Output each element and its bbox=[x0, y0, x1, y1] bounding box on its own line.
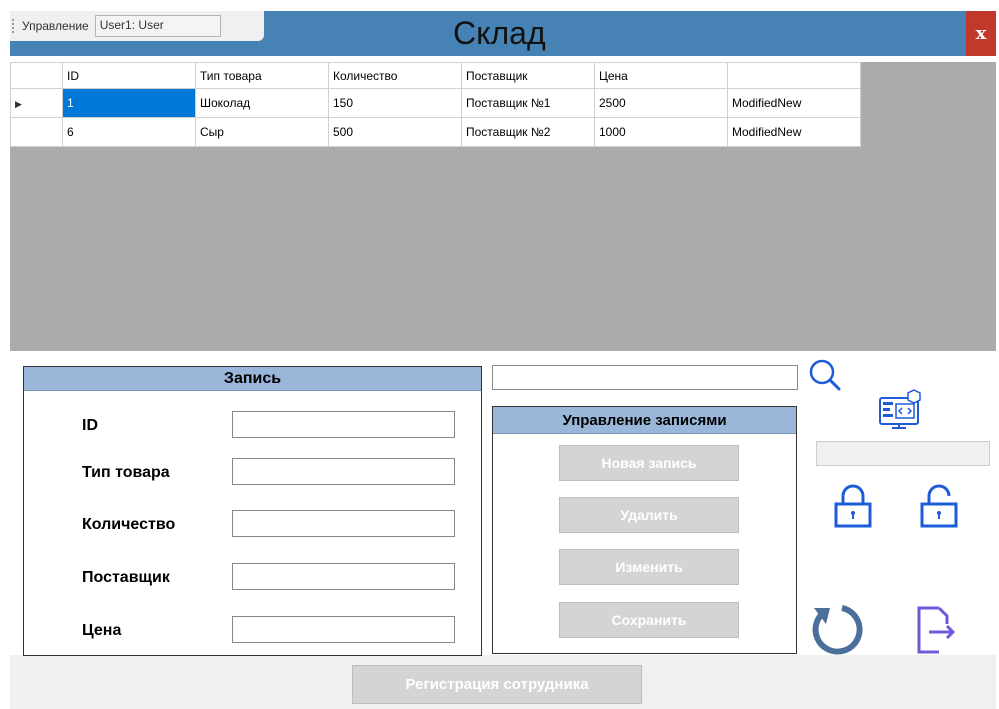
record-panel: Запись ID Тип товара Количество Поставщи… bbox=[23, 366, 482, 656]
table-cell[interactable]: 1000 bbox=[594, 117, 728, 147]
window-title: Склад bbox=[453, 15, 546, 51]
lock-closed-icon[interactable] bbox=[832, 482, 874, 530]
edit-button[interactable]: Изменить bbox=[559, 549, 739, 585]
current-row-marker: ▶ bbox=[15, 99, 22, 109]
table-cell[interactable]: ModifiedNew bbox=[727, 88, 861, 118]
grid-table: ID Тип товара Количество Поставщик Цена … bbox=[10, 62, 861, 147]
table-cell[interactable]: 2500 bbox=[594, 88, 728, 118]
type-input[interactable] bbox=[232, 458, 455, 485]
row-header[interactable]: ▶ bbox=[10, 88, 63, 118]
field-label-supplier: Поставщик bbox=[82, 569, 170, 586]
search-input[interactable] bbox=[492, 365, 798, 390]
supplier-input[interactable] bbox=[232, 563, 455, 590]
title-bar: Управление User1: User Склад x bbox=[10, 11, 996, 56]
row-header-corner bbox=[10, 62, 63, 89]
table-cell[interactable]: Сыр bbox=[195, 117, 329, 147]
column-header-quantity[interactable]: Количество bbox=[328, 62, 462, 89]
refresh-icon[interactable] bbox=[808, 600, 864, 658]
field-label-type: Тип товара bbox=[82, 464, 170, 481]
table-cell[interactable]: 150 bbox=[328, 88, 462, 118]
quantity-input[interactable] bbox=[232, 510, 455, 537]
column-header-status[interactable] bbox=[727, 62, 861, 89]
row-header[interactable] bbox=[10, 117, 63, 147]
table-cell[interactable]: 1 bbox=[62, 88, 196, 118]
column-header-supplier[interactable]: Поставщик bbox=[461, 62, 595, 89]
delete-button[interactable]: Удалить bbox=[559, 497, 739, 533]
close-button[interactable]: x bbox=[966, 11, 996, 56]
status-box bbox=[816, 441, 990, 466]
lock-open-icon[interactable] bbox=[918, 482, 960, 530]
menu-strip: Управление User1: User bbox=[10, 11, 264, 41]
table-cell[interactable]: 500 bbox=[328, 117, 462, 147]
record-management-panel: Управление записями Новая запись Удалить… bbox=[492, 406, 797, 654]
table-cell[interactable]: 6 bbox=[62, 117, 196, 147]
price-input[interactable] bbox=[232, 616, 455, 643]
register-employee-button[interactable]: Регистрация сотрудника bbox=[352, 665, 642, 704]
table-cell[interactable]: ModifiedNew bbox=[727, 117, 861, 147]
new-record-button[interactable]: Новая запись bbox=[559, 445, 739, 481]
column-header-id[interactable]: ID bbox=[62, 62, 196, 89]
field-label-quantity: Количество bbox=[82, 516, 176, 533]
save-button[interactable]: Сохранить bbox=[559, 602, 739, 638]
table-cell[interactable]: Шоколад bbox=[195, 88, 329, 118]
current-user-box: User1: User bbox=[94, 15, 221, 37]
logout-icon[interactable] bbox=[913, 604, 961, 656]
id-input[interactable] bbox=[232, 411, 455, 438]
menu-manage[interactable]: Управление bbox=[22, 19, 89, 33]
grid-header-row: ID Тип товара Количество Поставщик Цена bbox=[10, 62, 861, 89]
field-label-id: ID bbox=[82, 417, 98, 434]
table-row[interactable]: 6 Сыр 500 Поставщик №2 1000 ModifiedNew bbox=[10, 117, 861, 147]
column-header-type[interactable]: Тип товара bbox=[195, 62, 329, 89]
table-cell[interactable]: Поставщик №2 bbox=[461, 117, 595, 147]
menu-grip bbox=[12, 19, 18, 33]
data-grid[interactable]: ID Тип товара Количество Поставщик Цена … bbox=[10, 62, 996, 351]
table-cell[interactable]: Поставщик №1 bbox=[461, 88, 595, 118]
table-row[interactable]: ▶ 1 Шоколад 150 Поставщик №1 2500 Modifi… bbox=[10, 88, 861, 118]
record-management-title: Управление записями bbox=[493, 407, 796, 434]
record-panel-title: Запись bbox=[24, 367, 481, 391]
computer-code-icon[interactable] bbox=[876, 388, 928, 434]
search-icon[interactable] bbox=[806, 356, 844, 394]
column-header-price[interactable]: Цена bbox=[594, 62, 728, 89]
field-label-price: Цена bbox=[82, 622, 122, 639]
